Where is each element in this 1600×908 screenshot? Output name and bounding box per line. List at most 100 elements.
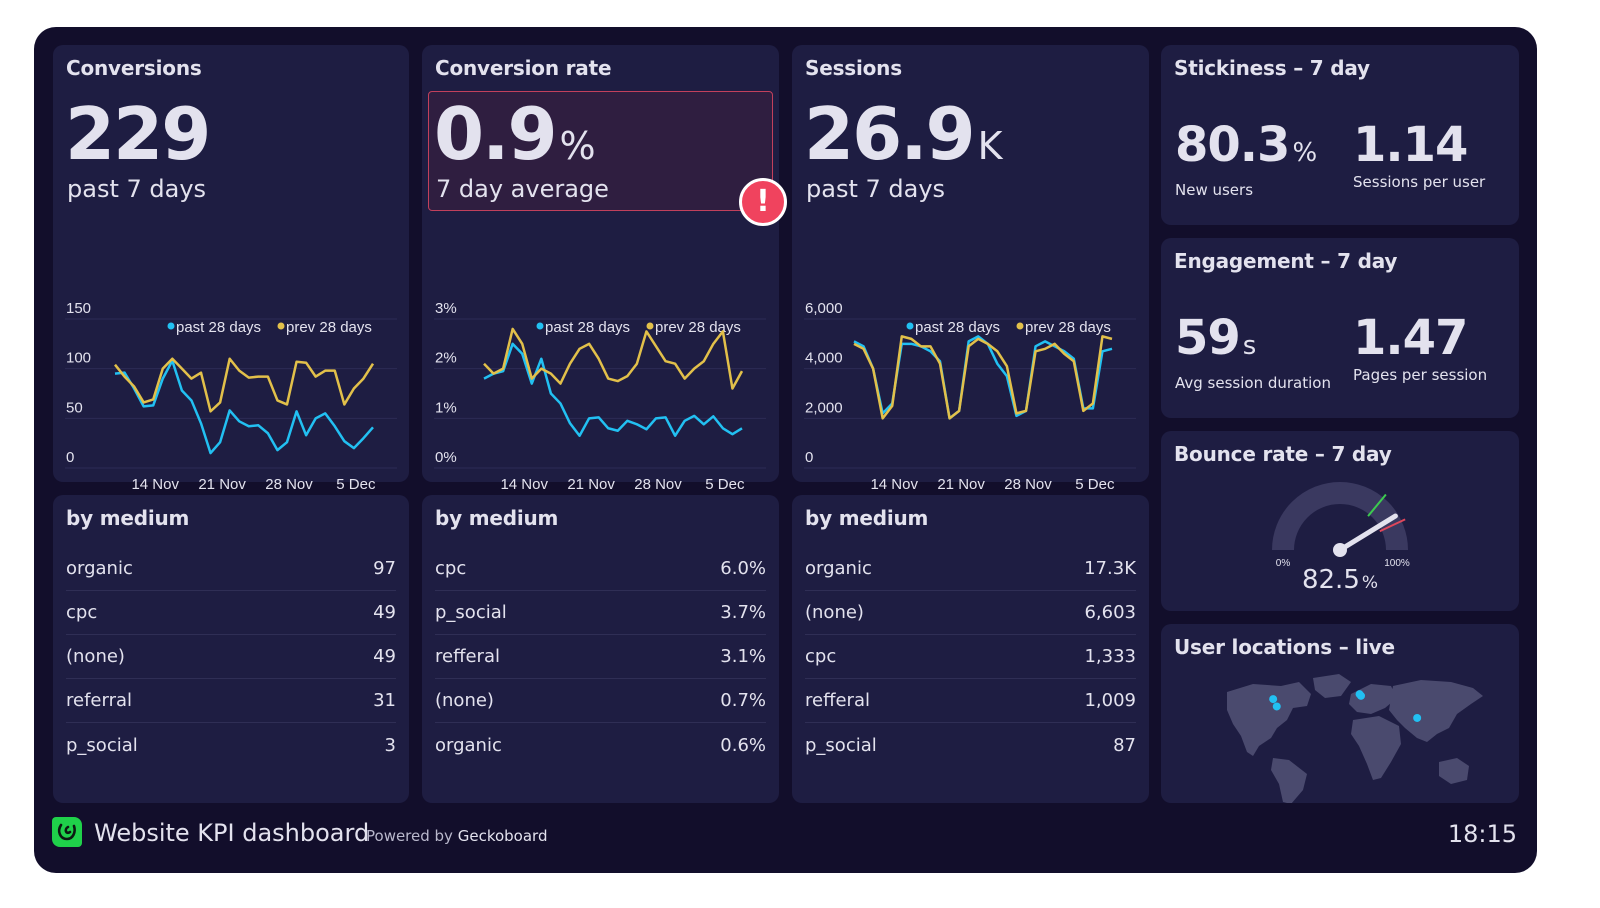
- conversions-chart-svg: 0 50 100 150 14 Nov 21 Nov 28 Nov 5 Dec past 28 …: [65, 300, 397, 490]
- medium-value: 87: [1113, 734, 1136, 756]
- user-location-dot[interactable]: [1413, 713, 1422, 722]
- medium-label: refferal: [805, 690, 870, 711]
- conversion-rate-by-medium-card: by medium cpc 6.0% p_social 3.7% refferal 3.1…: [422, 495, 779, 803]
- user-location-dot[interactable]: [1269, 695, 1278, 704]
- medium-value: 3.1%: [720, 646, 766, 667]
- conversion-rate-by-medium-table: cpc 6.0% p_social 3.7% refferal 3.1% (none) 0.7…: [435, 547, 766, 767]
- pages-per-session-metric: 1.47 Pages per session: [1353, 308, 1487, 384]
- legend-marker: [277, 322, 285, 330]
- legend-label: prev 28 days: [655, 319, 741, 336]
- table-row: (none) 6,603: [805, 591, 1136, 635]
- x-tick-label: 5 Dec: [336, 476, 376, 490]
- table-row: refferal 1,009: [805, 679, 1136, 723]
- sessions-unit: K: [977, 124, 1003, 168]
- dashboard-frame: Conversions 229 past 7 days 0 50 100 150 14 …: [34, 27, 1537, 873]
- conversion-rate-card: Conversion rate 0.9% 7 day average ! 0% 1…: [422, 45, 787, 490]
- clock: 18:15: [1447, 820, 1517, 848]
- legend-label: prev 28 days: [286, 319, 372, 336]
- legend-label: past 28 days: [915, 319, 1000, 336]
- x-tick-label: 21 Nov: [198, 476, 246, 490]
- sessions-chart-svg: 0 2,000 4,000 6,000 14 Nov 21 Nov 28 Nov 5 Dec p…: [804, 300, 1136, 490]
- table-row: (none) 0.7%: [435, 679, 766, 723]
- x-tick-label: 14 Nov: [500, 476, 548, 490]
- avg-session-duration-unit: s: [1242, 331, 1257, 361]
- user-location-dot[interactable]: [1357, 691, 1365, 700]
- table-row: cpc 6.0%: [435, 547, 766, 591]
- legend-marker: [646, 322, 654, 330]
- medium-label: refferal: [435, 646, 500, 667]
- x-tick-label: 21 Nov: [937, 476, 985, 490]
- y-tick-label: 4,000: [805, 350, 843, 367]
- conversions-number: 229: [65, 92, 211, 176]
- medium-label: p_social: [66, 734, 138, 756]
- sessions-per-user-metric: 1.14 Sessions per user: [1353, 115, 1485, 191]
- medium-label: cpc: [435, 558, 467, 579]
- series-line-prev-28-days: [853, 335, 1113, 420]
- legend-label: prev 28 days: [1025, 319, 1111, 336]
- footer: Website KPI dashboard Powered by Geckobo…: [34, 817, 1537, 857]
- medium-value: 49: [373, 602, 396, 623]
- medium-value: 31: [373, 690, 396, 711]
- alert-icon[interactable]: !: [739, 178, 787, 226]
- table-row: organic 0.6%: [435, 723, 766, 767]
- stickiness-card: Stickiness – 7 day 80.3% New users 1.14 …: [1161, 45, 1519, 225]
- legend-label: past 28 days: [545, 319, 630, 336]
- conversions-by-medium-card: by medium organic 97 cpc 49 (none) 49 referral…: [53, 495, 409, 803]
- legend-label: past 28 days: [176, 319, 261, 336]
- bounce-rate-number: 82.5: [1301, 565, 1360, 595]
- x-tick-label: 14 Nov: [870, 476, 918, 490]
- conversions-by-medium-table: organic 97 cpc 49 (none) 49 referral 31 p_social…: [66, 547, 396, 767]
- conversion-rate-unit: %: [559, 124, 596, 168]
- medium-label: (none): [805, 602, 864, 623]
- medium-label: (none): [435, 690, 494, 711]
- map-south-america: [1271, 758, 1307, 803]
- conversions-chart: 0 50 100 150 14 Nov 21 Nov 28 Nov 5 Dec past 28 …: [53, 265, 410, 490]
- sessions-per-user-value: 1.14: [1353, 117, 1468, 173]
- powered-by-brand: Geckoboard: [457, 827, 548, 845]
- x-tick-label: 5 Dec: [1075, 476, 1115, 490]
- new-users-metric: 80.3% New users: [1175, 115, 1317, 199]
- medium-label: cpc: [66, 602, 98, 623]
- x-tick-label: 28 Nov: [1004, 476, 1052, 490]
- x-tick-label: 5 Dec: [705, 476, 745, 490]
- medium-label: cpc: [805, 646, 837, 667]
- conversions-subtitle: past 7 days: [67, 175, 207, 203]
- conversion-rate-chart: 0% 1% 2% 3% 14 Nov 21 Nov 28 Nov 5 Dec past 28 d…: [422, 265, 779, 490]
- medium-value: 97: [373, 558, 396, 579]
- medium-value: 49: [373, 646, 396, 667]
- medium-label: referral: [66, 690, 133, 711]
- medium-label: (none): [66, 646, 125, 667]
- medium-value: 3: [384, 734, 396, 756]
- medium-value: 3.7%: [720, 602, 766, 623]
- bounce-rate-unit: %: [1361, 573, 1379, 593]
- x-tick-label: 14 Nov: [131, 476, 179, 490]
- legend-marker: [906, 322, 914, 330]
- table-row: p_social 3: [66, 723, 396, 767]
- new-users-value: 80.3: [1175, 117, 1290, 173]
- conversion_rate-chart-svg: 0% 1% 2% 3% 14 Nov 21 Nov 28 Nov 5 Dec past 28 d…: [434, 300, 766, 490]
- medium-value: 0.6%: [720, 734, 766, 756]
- user-locations-card: User locations – live: [1161, 624, 1519, 803]
- medium-value: 0.7%: [720, 690, 766, 711]
- map-asia: [1389, 680, 1483, 742]
- conversion-rate-subtitle: 7 day average: [436, 175, 609, 203]
- y-tick-label: 150: [66, 300, 91, 317]
- new-users-unit: %: [1292, 138, 1318, 168]
- y-tick-label: 100: [66, 350, 91, 367]
- table-row: (none) 49: [66, 635, 396, 679]
- user-location-dot[interactable]: [1272, 702, 1281, 711]
- x-tick-label: 21 Nov: [567, 476, 615, 490]
- table-row: referral 31: [66, 679, 396, 723]
- powered-by[interactable]: Powered by Geckoboard: [366, 827, 547, 845]
- engagement-card: Engagement – 7 day 59 s Avg session durat…: [1161, 238, 1519, 418]
- y-tick-label: 6,000: [805, 300, 843, 317]
- table-row: organic 17.3K: [805, 547, 1136, 591]
- powered-by-prefix: Powered by: [366, 827, 453, 845]
- conversions-title: Conversions: [66, 56, 202, 80]
- conversion-rate-number: 0.9: [434, 92, 558, 176]
- pages-per-session-value: 1.47: [1353, 310, 1468, 366]
- y-tick-label: 1%: [435, 399, 457, 416]
- sessions-subtitle: past 7 days: [806, 175, 946, 203]
- medium-label: organic: [435, 734, 502, 756]
- stickiness-title: Stickiness – 7 day: [1174, 56, 1370, 80]
